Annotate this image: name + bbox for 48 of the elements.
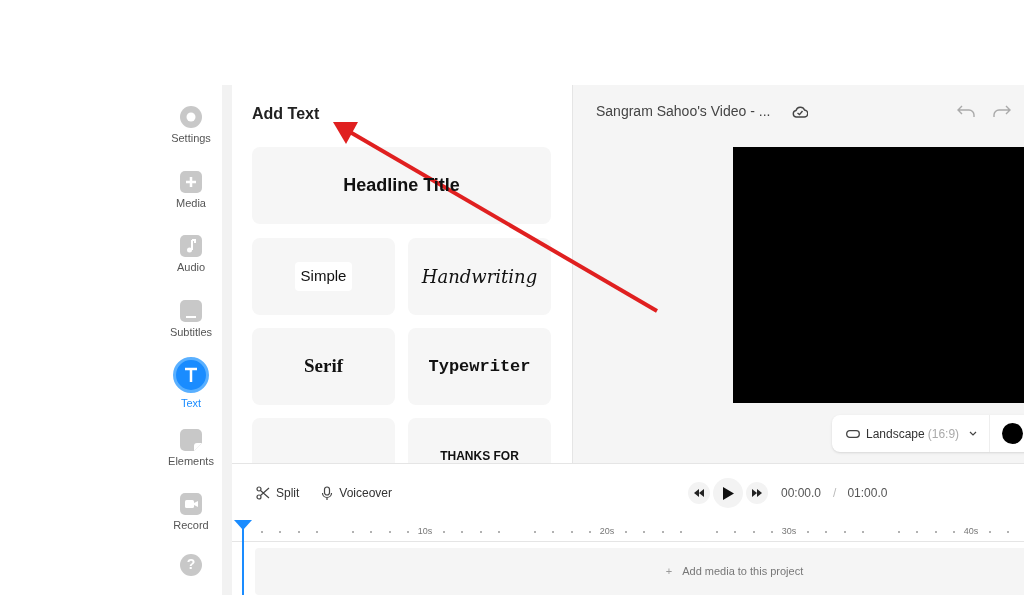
- gear-icon[interactable]: [180, 106, 202, 128]
- add-media-hint[interactable]: Add media to this project: [682, 563, 804, 580]
- ruler-label: 10s: [417, 525, 433, 538]
- total-time: 01:00.0: [847, 485, 888, 502]
- sidebar-item[interactable]: Audio: [176, 259, 206, 276]
- rewind-icon: [694, 489, 704, 497]
- sidebar-item[interactable]: Record: [173, 517, 209, 534]
- split-button[interactable]: Split: [256, 484, 300, 502]
- plus-sign: +: [665, 564, 673, 580]
- play-button[interactable]: [713, 478, 743, 508]
- rewind-button[interactable]: [688, 482, 710, 504]
- ruler-label: 30s: [781, 525, 797, 538]
- panel-title: Add Text: [252, 104, 321, 124]
- fast-forward-icon: [752, 489, 762, 497]
- ruler-label: 40s: [963, 525, 979, 538]
- sidebar-item[interactable]: Settings: [171, 130, 211, 147]
- camera-icon[interactable]: [180, 493, 202, 515]
- chevron-down-icon: [969, 431, 978, 436]
- background-color-swatch[interactable]: [1002, 423, 1024, 444]
- timeline-track[interactable]: + Add media to this project: [255, 548, 1024, 595]
- play-icon: [722, 486, 734, 500]
- plus-icon[interactable]: [180, 170, 202, 193]
- current-time: 00:00.0: [781, 485, 822, 502]
- playhead[interactable]: [233, 520, 253, 595]
- text-style-card[interactable]: Simple: [252, 238, 395, 315]
- text-style-card[interactable]: Handwriting: [408, 238, 551, 315]
- sticky-note-icon[interactable]: [180, 428, 202, 451]
- redo-icon[interactable]: [992, 104, 1012, 118]
- voiceover-button[interactable]: Voiceover: [321, 484, 393, 502]
- subtitles-icon[interactable]: [180, 299, 202, 322]
- landscape-icon: [846, 429, 860, 438]
- sidebar-item[interactable]: Text: [180, 395, 202, 412]
- ruler-label: 20s: [599, 525, 615, 538]
- music-note-icon[interactable]: [180, 235, 202, 257]
- time-separator: /: [833, 485, 837, 502]
- sidebar-item[interactable]: Elements: [168, 452, 214, 469]
- sidebar-item[interactable]: Subtitles: [169, 323, 213, 340]
- text-style-card[interactable]: Serif: [252, 328, 395, 405]
- text-style-card[interactable]: THANKS FOR: [408, 418, 551, 463]
- cloud-check-icon[interactable]: [792, 104, 809, 118]
- text-style-card[interactable]: Typewriter: [408, 328, 551, 405]
- microphone-icon: [321, 485, 334, 501]
- scissors-icon: [256, 486, 270, 500]
- project-title[interactable]: Sangram Sahoo's Video - ...: [596, 100, 771, 122]
- undo-icon[interactable]: [956, 104, 976, 118]
- sidebar-item[interactable]: Media: [176, 194, 206, 211]
- fast-forward-button[interactable]: [746, 482, 768, 504]
- selected-tab-icon[interactable]: [173, 357, 209, 393]
